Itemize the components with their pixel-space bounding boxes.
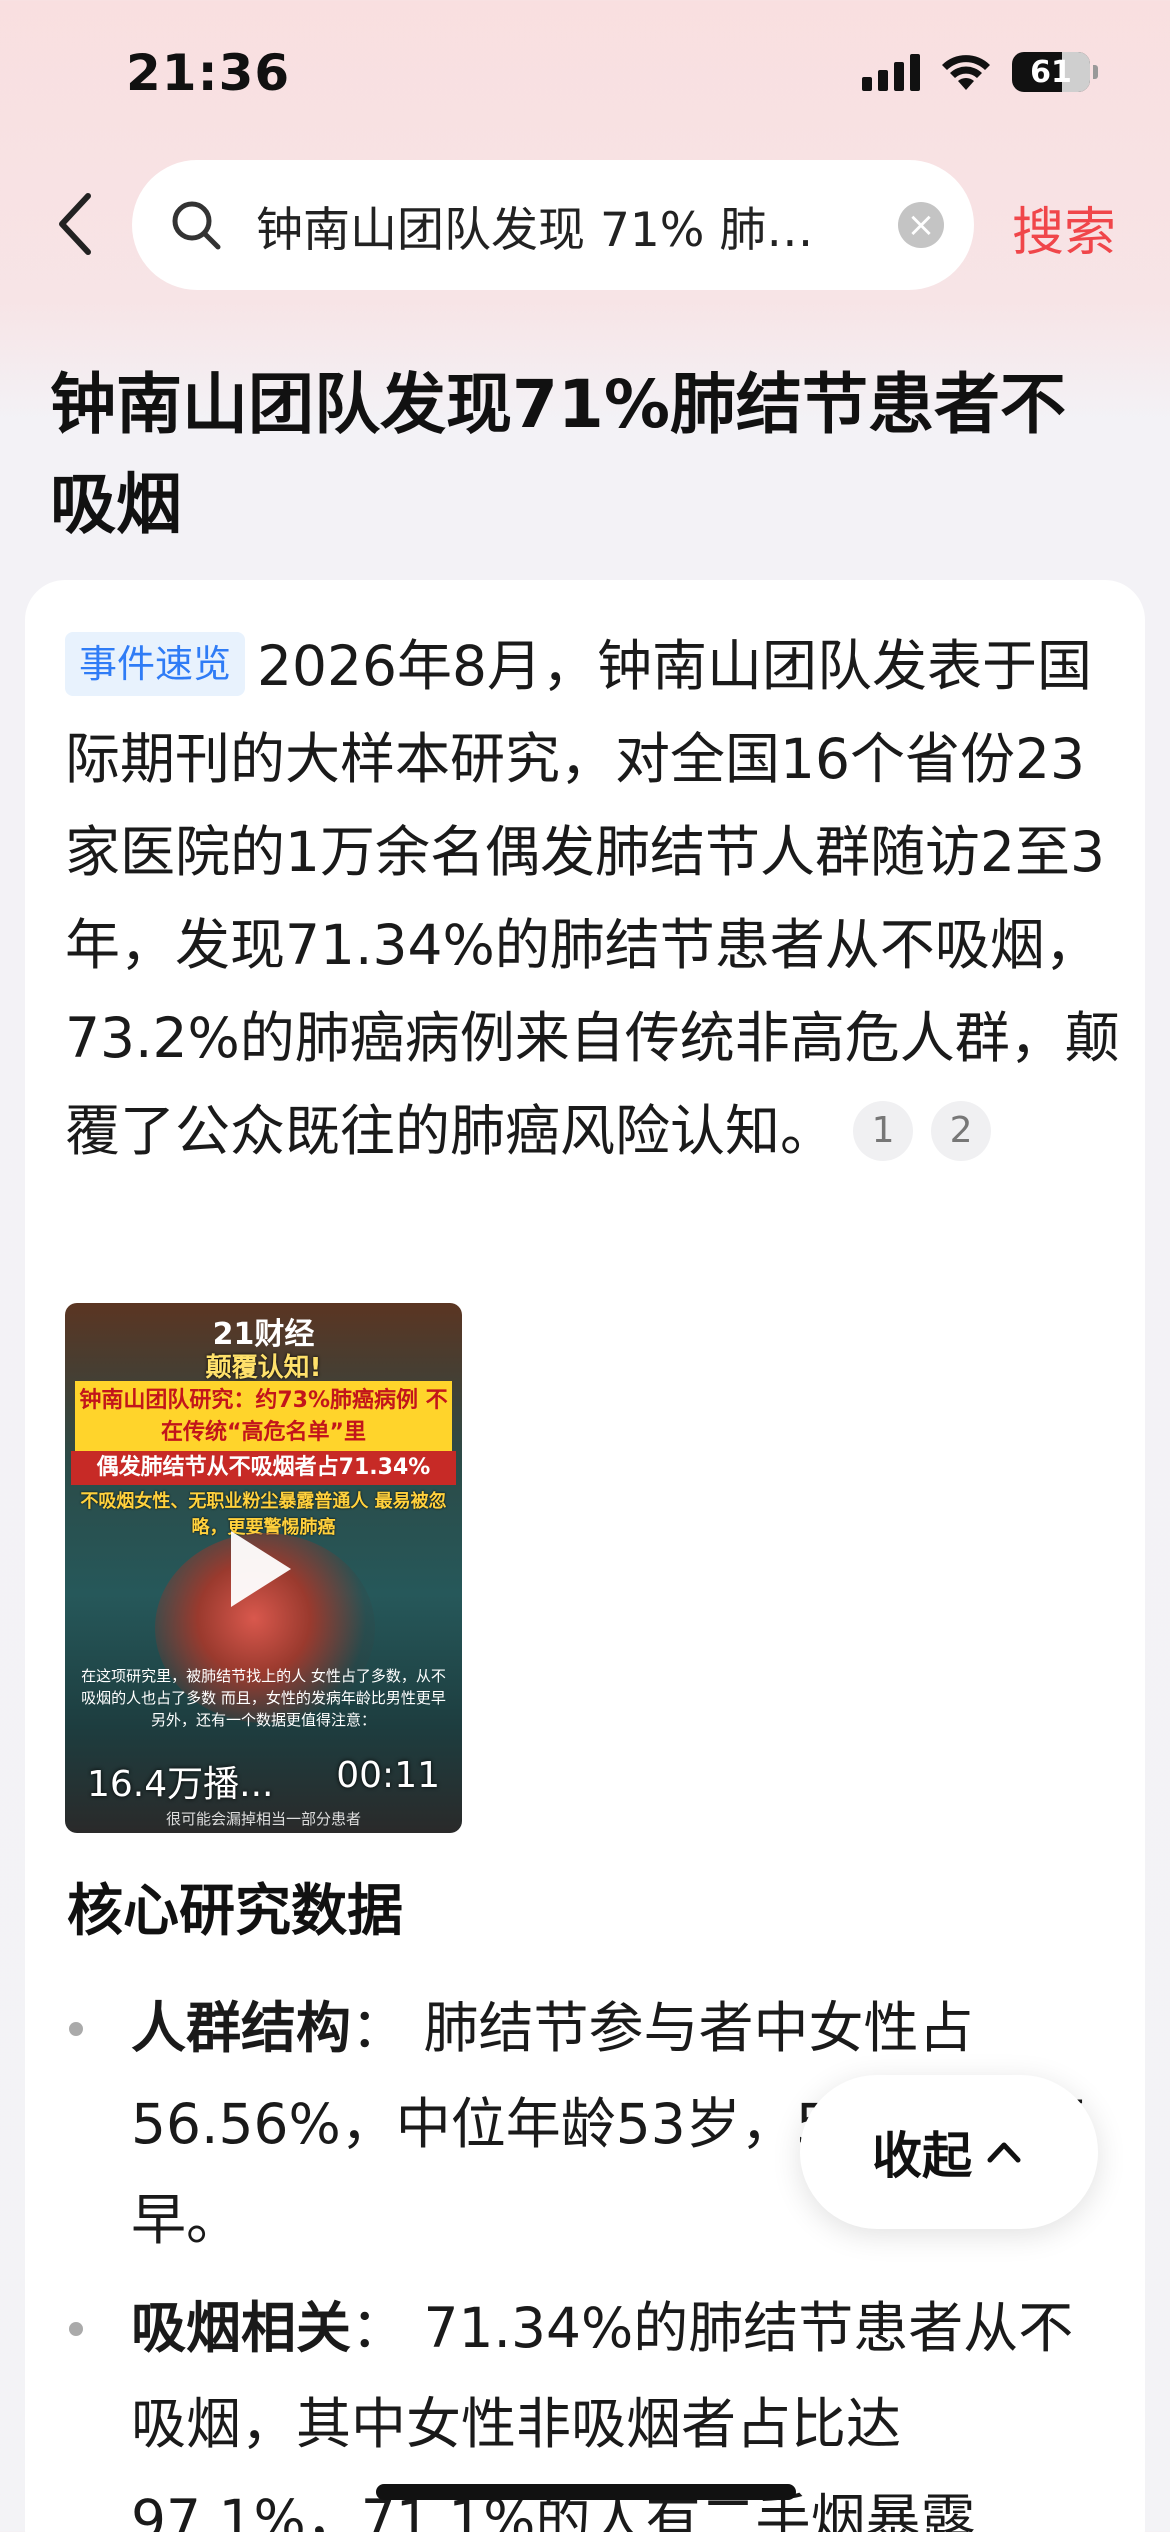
- bullet-dot: [69, 2322, 83, 2336]
- search-input[interactable]: 钟南山团队发现 71% 肺…: [256, 191, 878, 260]
- section-title: 核心研究数据: [67, 1879, 403, 1944]
- video-headline: 颠覆认知!: [205, 1353, 322, 1383]
- data-list: 人群结构： 肺结节参与者中女性占56.56%，中位年龄53岁，55岁发病更早。 …: [67, 1980, 1107, 2532]
- list-item-label: 吸烟相关: [131, 2296, 352, 2360]
- collapse-label: 收起: [872, 2127, 972, 2185]
- search-button[interactable]: 搜索: [1012, 190, 1116, 265]
- citation-badge[interactable]: 2: [931, 1101, 992, 1161]
- video-caption: 在这项研究里，被肺结节找上的人 女性占了多数，从不吸烟的人也占了多数 而且，女性…: [81, 1667, 446, 1729]
- chevron-up-icon: [987, 2142, 1021, 2163]
- list-item-label: 人群结构: [131, 1996, 352, 2060]
- back-button[interactable]: [44, 186, 104, 262]
- video-views: 16.4万播...: [87, 1764, 274, 1805]
- bullet-dot: [69, 2022, 83, 2036]
- citation-badge[interactable]: 1: [853, 1101, 914, 1161]
- event-tag: 事件速览: [65, 632, 246, 696]
- battery-level: 61: [1030, 54, 1072, 90]
- collapse-button[interactable]: 收起: [800, 2075, 1098, 2229]
- video-footer: 很可能会漏掉相当一部分患者: [165, 1810, 361, 1828]
- video-thumbnail[interactable]: 21财经 颠覆认知! 钟南山团队研究：约73%肺癌病例 不在传统“高危名单”里 …: [65, 1303, 462, 1833]
- event-summary: 事件速览 2026年8月，钟南山团队发表于国际期刊的大样本研究，对全国16个省份2…: [65, 620, 1125, 1178]
- video-red-line: 偶发肺结节从不吸烟者占71.34%: [71, 1451, 456, 1485]
- video-banner: 钟南山团队研究：约73%肺癌病例 不在传统“高危名单”里: [75, 1381, 452, 1453]
- chevron-left-icon: [59, 193, 91, 255]
- play-icon[interactable]: [231, 1531, 291, 1607]
- status-icons: 61: [862, 52, 1098, 92]
- search-box[interactable]: 钟南山团队发现 71% 肺… ×: [132, 160, 974, 290]
- page-title: 钟南山团队发现71%肺结节患者不吸烟: [50, 366, 1066, 543]
- video-stats: 16.4万播... 00:11: [87, 1755, 440, 1807]
- status-bar: 21:36 61: [0, 0, 1170, 150]
- status-time: 21:36: [126, 44, 291, 102]
- clear-icon[interactable]: ×: [898, 202, 944, 248]
- summary-text: 2026年8月，钟南山团队发表于国际期刊的大样本研究，对全国16个省份23家医院…: [65, 634, 1120, 1163]
- wifi-icon: [942, 55, 990, 90]
- signal-icon: [862, 53, 920, 91]
- search-icon: [172, 201, 221, 250]
- video-duration: 00:11: [336, 1755, 440, 1796]
- home-indicator[interactable]: [376, 2484, 796, 2500]
- battery-icon: 61: [1012, 52, 1098, 92]
- content-card: 事件速览 2026年8月，钟南山团队发表于国际期刊的大样本研究，对全国16个省份2…: [25, 580, 1145, 2532]
